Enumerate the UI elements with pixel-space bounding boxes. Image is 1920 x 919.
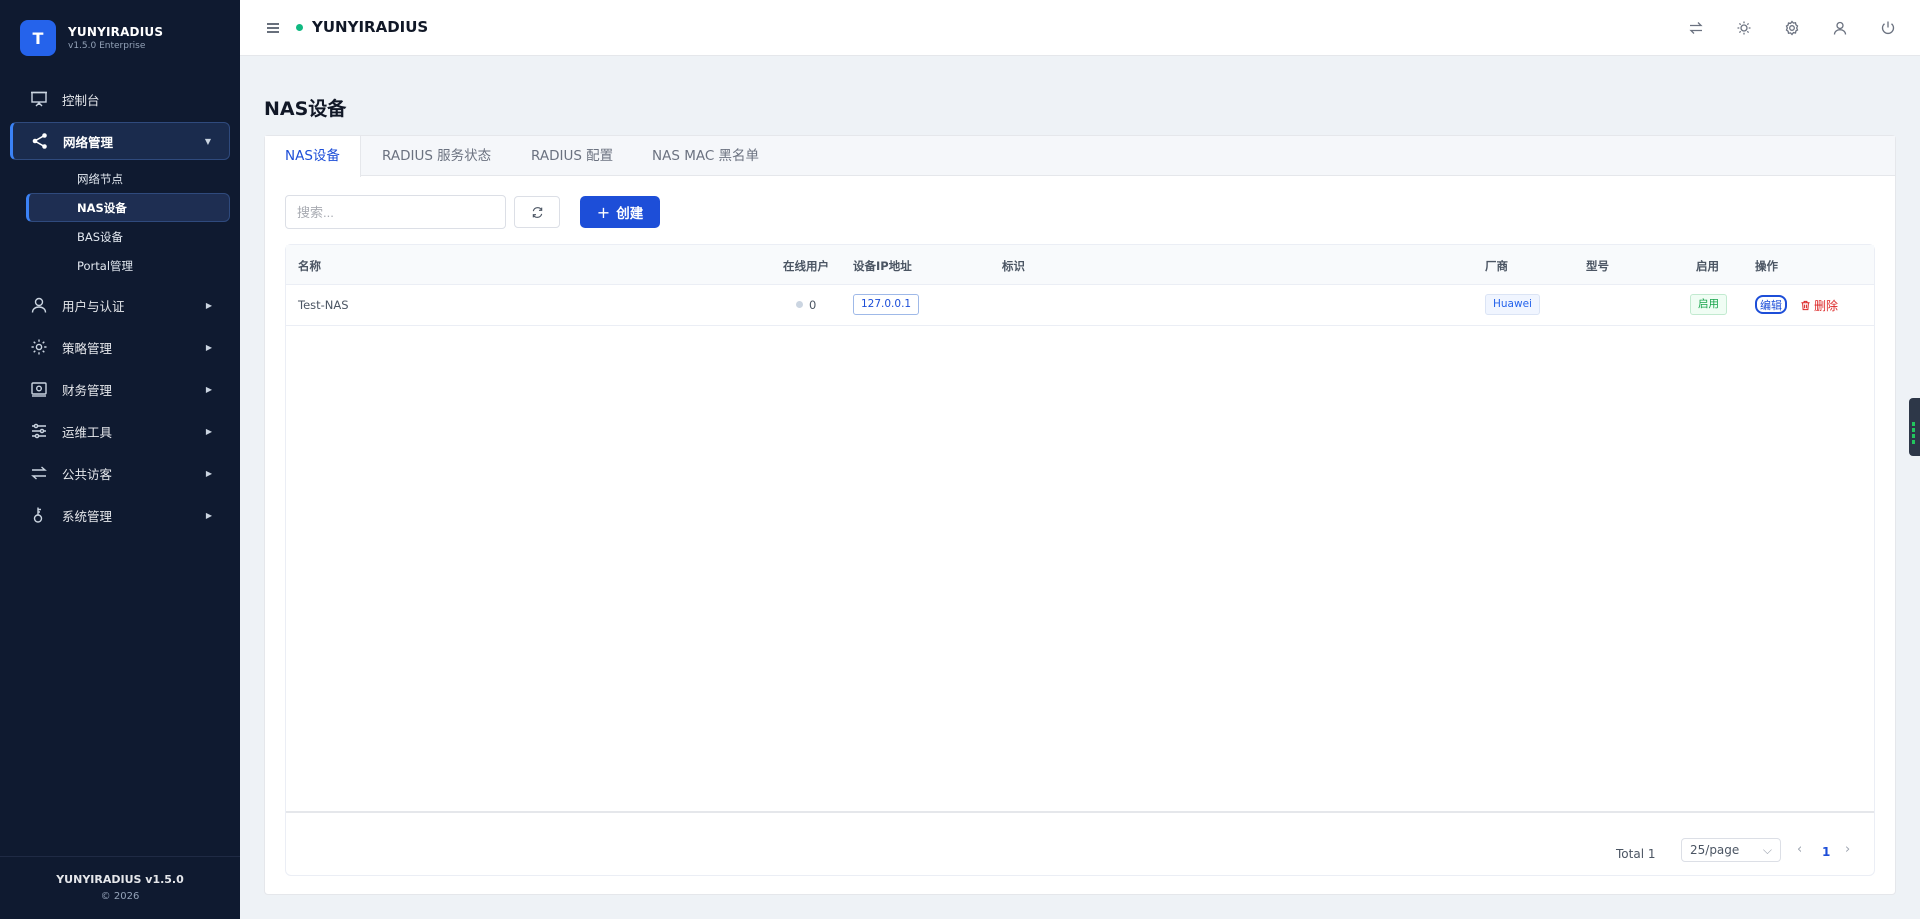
wallet-icon bbox=[30, 380, 48, 398]
nas-table: 名称 在线用户 设备IP地址 标识 厂商 型号 启用 操作 Test-NAS 0… bbox=[285, 244, 1875, 876]
user-icon[interactable] bbox=[1830, 18, 1850, 38]
sidebar-item-bas-devices[interactable]: BAS设备 bbox=[26, 222, 230, 251]
sidebar-item-label: 财务管理 bbox=[62, 382, 113, 398]
trash-icon bbox=[1801, 300, 1810, 311]
cell-name: Test-NAS bbox=[298, 298, 349, 312]
online-status-dot bbox=[796, 301, 803, 308]
sidebar-item-ops-tools[interactable]: 运维工具 ▶ bbox=[10, 412, 230, 450]
sidebar-item-network[interactable]: 网络管理 ▼ bbox=[10, 122, 230, 160]
sidebar-footer: YUNYIRADIUS v1.5.0 © 2026 bbox=[0, 856, 240, 919]
create-button[interactable]: + 创建 bbox=[580, 196, 660, 228]
tab-radius-service-status[interactable]: RADIUS 服务状态 bbox=[382, 136, 491, 176]
sidebar-item-dashboard[interactable]: 控制台 bbox=[10, 80, 230, 118]
tab-radius-config[interactable]: RADIUS 配置 bbox=[531, 136, 613, 176]
sidebar-item-label: 控制台 bbox=[62, 92, 100, 108]
column-header-ip: 设备IP地址 bbox=[853, 259, 912, 273]
chevron-right-icon: ▶ bbox=[205, 300, 212, 310]
footer-copyright: © 2026 bbox=[100, 891, 140, 902]
column-header-enabled: 启用 bbox=[1696, 259, 1719, 273]
enabled-tag: 启用 bbox=[1690, 294, 1727, 315]
chevron-right-icon: ▶ bbox=[205, 342, 212, 352]
delete-label: 删除 bbox=[1814, 299, 1839, 313]
refresh-button[interactable] bbox=[514, 196, 560, 228]
page-title: NAS设备 bbox=[264, 98, 347, 120]
sidebar-item-nas-devices[interactable]: NAS设备 bbox=[26, 193, 230, 222]
swap-icon[interactable] bbox=[1686, 18, 1706, 38]
sun-icon[interactable] bbox=[1734, 18, 1754, 38]
sidebar-item-system[interactable]: 系统管理 ▶ bbox=[10, 496, 230, 534]
chevron-right-icon: ▶ bbox=[205, 384, 212, 394]
page-number-current[interactable]: 1 bbox=[1822, 845, 1830, 859]
create-button-label: 创建 bbox=[616, 206, 644, 222]
delete-button[interactable]: 删除 bbox=[1800, 297, 1838, 314]
presentation-icon bbox=[30, 90, 48, 108]
online-count: 0 bbox=[809, 298, 817, 312]
chevron-right-icon: ▶ bbox=[205, 426, 212, 436]
ip-tag: 127.0.0.1 bbox=[853, 294, 920, 315]
tab-nas-mac-blacklist[interactable]: NAS MAC 黑名单 bbox=[652, 136, 759, 176]
key-icon bbox=[30, 506, 48, 524]
plus-icon: + bbox=[596, 202, 611, 222]
content-card: NAS设备 RADIUS 服务状态 RADIUS 配置 NAS MAC 黑名单 … bbox=[264, 135, 1896, 895]
chevron-right-icon: ▶ bbox=[205, 510, 212, 520]
pagination-total: Total 1 bbox=[1616, 847, 1656, 861]
sidebar: T YUNYIRADIUS v1.5.0 Enterprise 控制台 网络管理… bbox=[0, 0, 240, 919]
tab-bar: NAS设备 RADIUS 服务状态 RADIUS 配置 NAS MAC 黑名单 bbox=[265, 136, 1895, 177]
gear-icon[interactable] bbox=[1782, 18, 1802, 38]
user-icon bbox=[30, 296, 48, 314]
side-panel-handle[interactable] bbox=[1909, 398, 1920, 456]
brand-name: YUNYIRADIUS bbox=[68, 25, 164, 39]
chevron-down-icon: ⌵ bbox=[1762, 843, 1772, 857]
sidebar-item-label: 策略管理 bbox=[62, 340, 113, 356]
sidebar-item-label: 用户与认证 bbox=[62, 298, 125, 314]
sliders-icon bbox=[30, 422, 48, 440]
column-header-name: 名称 bbox=[298, 259, 321, 273]
prev-page-button[interactable]: ‹ bbox=[1797, 842, 1802, 857]
sidebar-item-label: 系统管理 bbox=[62, 508, 113, 524]
sidebar-item-policy[interactable]: 策略管理 ▶ bbox=[10, 328, 230, 366]
sidebar-item-label: 网络管理 bbox=[63, 134, 114, 150]
sidebar-item-label: 运维工具 bbox=[62, 424, 113, 440]
brand[interactable]: T YUNYIRADIUS v1.5.0 Enterprise bbox=[20, 20, 163, 56]
page-size-select[interactable]: 25/page ⌵ bbox=[1681, 838, 1781, 862]
table-row[interactable]: Test-NAS 0 127.0.0.1 Huawei 启用 编辑 删除 bbox=[286, 286, 1874, 326]
column-header-model: 型号 bbox=[1586, 259, 1609, 273]
sidebar-item-users-auth[interactable]: 用户与认证 ▶ bbox=[10, 286, 230, 324]
top-header: YUNYIRADIUS bbox=[240, 0, 1920, 56]
search-input[interactable] bbox=[285, 195, 506, 229]
network-submenu: 网络节点 NAS设备 BAS设备 Portal管理 bbox=[10, 164, 230, 280]
swap-icon bbox=[30, 464, 48, 482]
header-title: YUNYIRADIUS bbox=[312, 18, 429, 36]
horizontal-scrollbar[interactable] bbox=[286, 811, 1874, 813]
column-header-actions: 操作 bbox=[1755, 259, 1778, 273]
footer-title: YUNYIRADIUS v1.5.0 bbox=[56, 873, 184, 886]
sidebar-item-label: 公共访客 bbox=[62, 466, 113, 482]
refresh-icon bbox=[532, 206, 542, 218]
vendor-tag: Huawei bbox=[1485, 294, 1540, 315]
sidebar-menu: 控制台 网络管理 ▼ 网络节点 NAS设备 BAS设备 Portal管理 用户与… bbox=[10, 80, 230, 538]
brand-version: v1.5.0 Enterprise bbox=[68, 41, 146, 51]
edit-button[interactable]: 编辑 bbox=[1755, 295, 1787, 314]
sidebar-item-network-nodes[interactable]: 网络节点 bbox=[26, 164, 230, 193]
gear-icon bbox=[30, 338, 48, 356]
share-icon bbox=[31, 132, 49, 150]
brand-logo: T bbox=[20, 20, 56, 56]
chevron-down-icon: ▼ bbox=[204, 136, 211, 146]
column-header-identifier: 标识 bbox=[1002, 259, 1025, 273]
power-icon[interactable] bbox=[1878, 18, 1898, 38]
cell-online-users: 0 bbox=[796, 298, 816, 312]
chevron-right-icon: ▶ bbox=[205, 468, 212, 478]
status-indicator bbox=[296, 24, 303, 31]
column-header-vendor: 厂商 bbox=[1485, 259, 1508, 273]
tab-nas-devices[interactable]: NAS设备 bbox=[265, 136, 361, 177]
sidebar-item-finance[interactable]: 财务管理 ▶ bbox=[10, 370, 230, 408]
page-size-value: 25/page bbox=[1690, 843, 1740, 857]
next-page-button[interactable]: › bbox=[1845, 842, 1850, 857]
column-header-online-users: 在线用户 bbox=[783, 259, 829, 273]
table-header: 名称 在线用户 设备IP地址 标识 厂商 型号 启用 操作 bbox=[286, 245, 1874, 285]
hamburger-menu-icon[interactable] bbox=[265, 20, 281, 36]
sidebar-item-public-guest[interactable]: 公共访客 ▶ bbox=[10, 454, 230, 492]
sidebar-item-portal[interactable]: Portal管理 bbox=[26, 251, 230, 280]
